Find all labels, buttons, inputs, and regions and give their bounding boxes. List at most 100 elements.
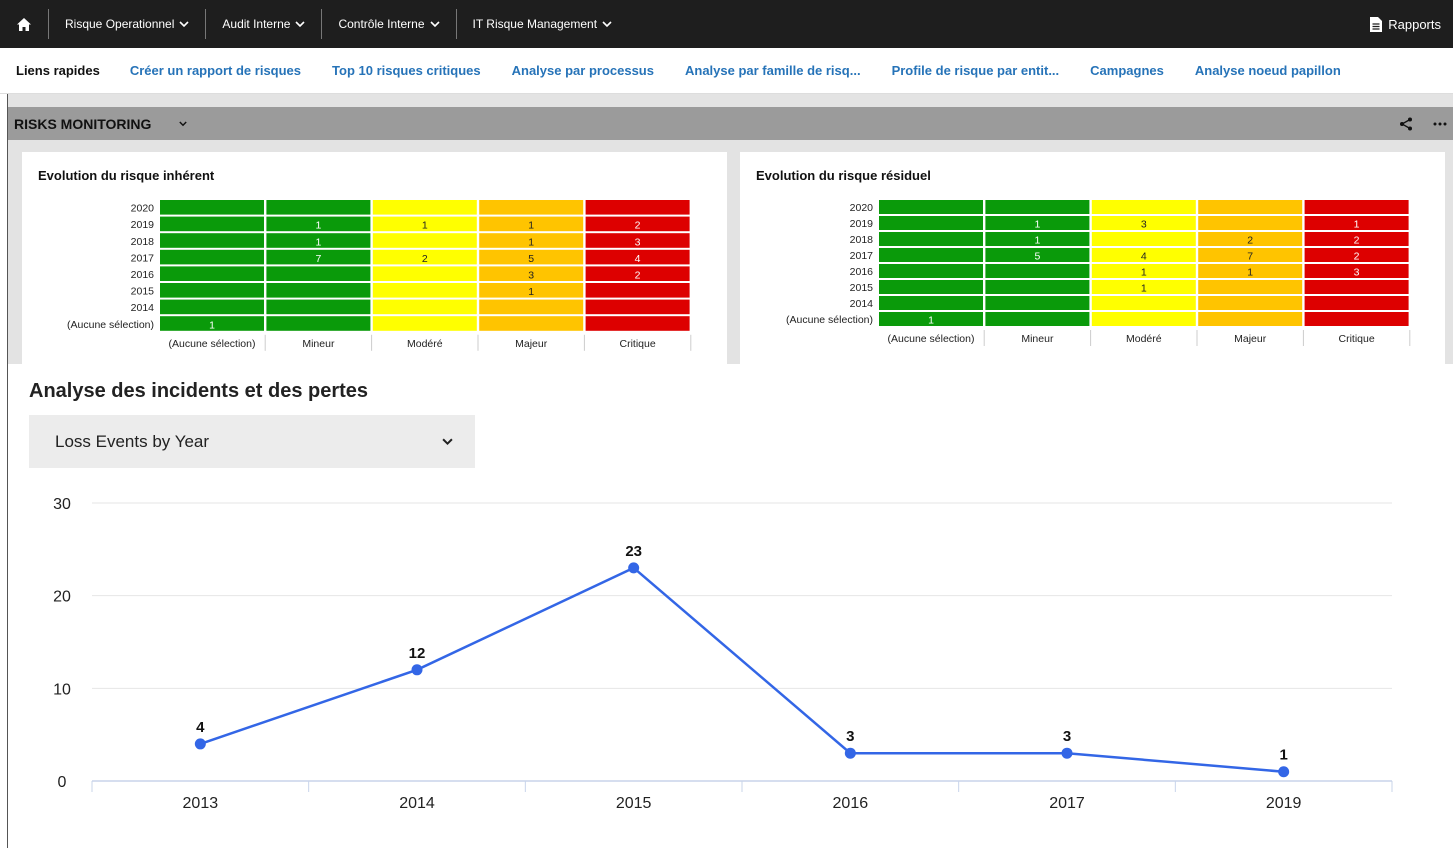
x-tick-label: 2016 [833,795,869,812]
chart-select-dropdown[interactable]: Loss Events by Year [29,415,475,468]
series-line [199,566,1284,773]
heatmap-col-label: Modéré [407,338,443,350]
heatmap-cell-value: 1 [209,319,215,331]
heatmap-cell-value: 2 [1354,251,1360,263]
heatmap-cell [160,233,264,248]
heatmap-cell [372,233,477,248]
nav-audit-interne[interactable]: Audit Interne [206,0,321,48]
heatmap-col-label: Modéré [1126,333,1162,345]
chevron-down-icon [602,20,612,27]
heatmap-panel-inherent: Evolution du risque inhérent 2020 2019 1 1 1… [22,152,727,364]
data-point [1278,766,1290,778]
quick-link-analyse-famille[interactable]: Analyse par famille de risq... [685,63,861,78]
heatmap-cell-value: 1 [1354,219,1360,231]
heatmap-cell [1198,200,1303,214]
heatmap-cell [479,316,584,331]
heatmap-cell [372,283,477,298]
heatmap-cell [1091,312,1196,326]
heatmap-cell [879,264,983,278]
heatmap-inherent: 2020 2019 1 1 1 2 2018 1 1 3 2017 7 2 5 4 2016 3 2 2015 1 20… [67,200,692,351]
heatmap-cell-value: 1 [1034,235,1040,247]
chevron-down-icon [442,438,453,445]
nav-risque-operationnel[interactable]: Risque Operationnel [49,0,205,48]
heatmap-cell [1198,280,1303,294]
heatmap-cell [266,266,371,281]
heatmap-cell [479,200,584,215]
heatmap-row-label: 2014 [850,298,874,310]
section-collapse-button[interactable] [179,118,188,130]
heatmap-cell-value: 5 [528,253,534,265]
quick-link-creer-rapport[interactable]: Créer un rapport de risques [130,63,301,78]
quick-link-profile-entite[interactable]: Profile de risque par entit... [892,63,1060,78]
heatmap-cell [879,280,983,294]
heatmap-col-label: Critique [620,338,656,350]
heatmap-cell [1091,232,1196,246]
x-tick-label: 2013 [183,795,219,812]
heatmap-cell [1198,296,1303,310]
heatmap-row-label: 2018 [850,234,874,246]
data-point [1061,747,1073,759]
data-point [844,747,856,759]
heatmap-row-label: 2017 [131,252,155,264]
chevron-down-icon [295,20,306,27]
nav-controle-interne[interactable]: Contrôle Interne [322,0,455,48]
heatmap-cell-value: 1 [528,286,534,298]
heatmap-cell [266,299,371,315]
quick-link-analyse-processus[interactable]: Analyse par processus [512,63,654,78]
heatmap-cell [985,296,1090,310]
data-label: 12 [409,645,426,662]
heatmap-cell-value: 4 [635,253,641,265]
heatmap-row-label: 2015 [131,286,155,298]
heatmap-cell-value: 1 [1247,267,1253,279]
heatmap-cell [1304,280,1409,294]
quick-link-top10[interactable]: Top 10 risques critiques [332,63,481,78]
heatmap-cell-value: 1 [422,220,428,232]
y-tick-label: 10 [53,681,71,698]
heatmap-col-label: (Aucune sélection) [888,333,975,345]
heatmap-row-label: 2016 [850,266,874,278]
heatmap-cell [266,200,371,215]
home-button[interactable] [0,0,48,48]
heatmap-cell [879,296,983,310]
heatmap-cell-value: 2 [1354,235,1360,247]
heatmap-cell [479,299,584,315]
share-icon[interactable] [1399,117,1413,131]
heatmap-cell [1198,216,1303,230]
home-icon [17,17,31,31]
y-tick-label: 20 [53,589,71,606]
heatmap-cell [160,249,264,265]
heatmap-row-label: 2020 [131,203,155,215]
section-header: RISKS MONITORING [8,107,1453,140]
heatmap-row-label: (Aucune sélection) [67,319,154,331]
quick-link-campagnes[interactable]: Campagnes [1090,63,1164,78]
more-options-icon[interactable] [1433,122,1447,126]
heatmap-cell-value: 1 [528,220,534,232]
data-point [194,738,206,750]
heatmap-cell-value: 1 [528,236,534,248]
heatmap-cell [160,266,264,281]
chevron-down-icon [179,120,188,126]
heatmap-cell [160,200,264,215]
heatmap-row-label: 2020 [850,202,874,214]
heatmap-cell-value: 1 [315,236,321,248]
heatmap-row-label: 2017 [850,250,874,262]
heatmap-cell-value: 2 [422,253,428,265]
heatmap-cell-value: 3 [528,270,534,282]
heatmap-col-label: Majeur [515,338,548,350]
heatmap-row-label: 2014 [131,302,155,314]
page-left-border [7,94,8,848]
heatmap-cell [372,299,477,315]
data-label: 4 [196,719,205,736]
nav-it-risque-management[interactable]: IT Risque Management [457,0,629,48]
heatmap-cell [985,264,1090,278]
heatmap-row-label: 2018 [131,236,155,248]
heatmap-row-label: (Aucune sélection) [786,314,873,326]
rapports-button[interactable]: Rapports [1370,0,1441,48]
data-label: 1 [1279,747,1287,764]
heatmap-cell [585,283,690,298]
x-tick-label: 2019 [1266,795,1302,812]
quick-link-noeud-papillon[interactable]: Analyse noeud papillon [1195,63,1341,78]
heatmap-col-label: Mineur [1021,333,1054,345]
heatmap-col-label: Mineur [302,338,335,350]
heatmap-cell-value: 2 [635,220,641,232]
